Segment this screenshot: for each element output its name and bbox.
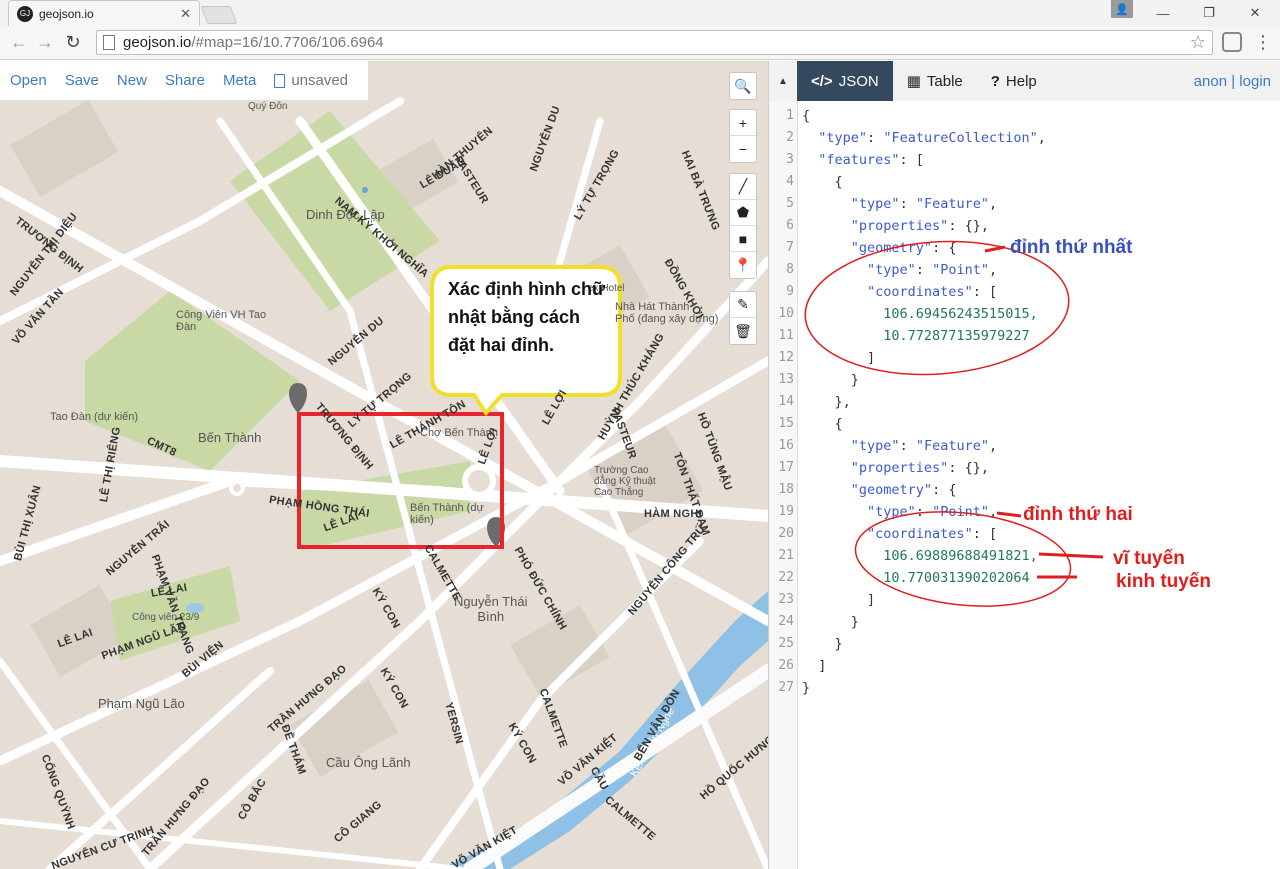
page-icon bbox=[103, 35, 115, 50]
zoom-out-icon[interactable]: − bbox=[730, 136, 756, 162]
tab-title: geojson.io bbox=[39, 6, 94, 21]
map-view[interactable]: Dinh Độc Lập Công Viên VH Tao Đàn Tao Đà… bbox=[0, 61, 768, 869]
editor-panel: ▲ </> JSON ▦ Table ? Help anon | login 1{2 … bbox=[768, 61, 1280, 869]
url-path: /#map=16/10.7706/106.6964 bbox=[191, 34, 384, 51]
minimize-icon[interactable]: — bbox=[1140, 0, 1186, 26]
draw-marker-icon[interactable]: 📍 bbox=[730, 252, 756, 278]
user-profile-icon[interactable]: 👤 bbox=[1111, 0, 1133, 18]
forward-arrow-icon[interactable]: → bbox=[34, 31, 56, 53]
close-tab-icon[interactable]: ✕ bbox=[180, 6, 191, 22]
back-arrow-icon[interactable]: ← bbox=[8, 31, 30, 53]
zoom-control: + − bbox=[729, 109, 757, 163]
save-button[interactable]: Save bbox=[65, 72, 99, 89]
share-button[interactable]: Share bbox=[165, 72, 205, 89]
browser-tab-strip: GJ geojson.io ✕ 👤 — ❐ ✕ bbox=[0, 0, 1280, 26]
note-vertex-2: đỉnh thứ hai bbox=[1023, 504, 1133, 525]
edit-layers-icon[interactable]: ✎ bbox=[730, 292, 756, 318]
draw-polygon-icon[interactable]: ⬟ bbox=[730, 200, 756, 226]
map-label-station: Bến Thành (dự kiến) bbox=[410, 502, 484, 526]
file-toolbar: Open Save New Share Meta unsaved bbox=[0, 61, 368, 100]
map-label-pham-ngu-lao: Phạm Ngũ Lão bbox=[98, 696, 185, 711]
url-host: geojson.io bbox=[123, 34, 192, 51]
callout-text: Xác định hình chữ nhật bằng cách đặt hai… bbox=[448, 279, 606, 355]
address-bar: ← → ↻ geojson.io/#map=16/10.7706/106.696… bbox=[0, 26, 1280, 60]
bookmark-star-icon[interactable]: ☆ bbox=[1190, 32, 1206, 53]
extension-icon[interactable] bbox=[1222, 32, 1242, 52]
note-longitude: kinh tuyến bbox=[1116, 571, 1212, 592]
map-label-nguyen-thai-binh: Nguyễn Thái Bình bbox=[454, 594, 528, 624]
browser-tab[interactable]: GJ geojson.io ✕ bbox=[8, 0, 200, 26]
street-label: HÀM NGHI bbox=[644, 508, 703, 520]
open-button[interactable]: Open bbox=[10, 72, 47, 89]
map-label-cong-vien-23-9: Công viên 23/9 bbox=[132, 612, 200, 623]
file-status: unsaved bbox=[274, 72, 348, 89]
search-icon[interactable]: 🔍 bbox=[730, 73, 756, 99]
browser-menu-icon[interactable]: ⋮ bbox=[1254, 32, 1272, 52]
new-button[interactable]: New bbox=[117, 72, 147, 89]
map-label-quy-don: Quý Đôn bbox=[248, 101, 288, 112]
file-status-label: unsaved bbox=[291, 72, 349, 89]
map-label-truong-cao-dang: Trường Cao đẳng Kỹ thuật Cao Thắng bbox=[594, 465, 656, 498]
zoom-in-icon[interactable]: + bbox=[730, 110, 756, 136]
reload-icon[interactable]: ↻ bbox=[62, 31, 84, 53]
geojson-favicon-icon: GJ bbox=[17, 5, 33, 22]
note-vertex-1: đỉnh thứ nhất bbox=[1010, 237, 1133, 258]
draw-control: ╱ ⬟ ■ 📍 bbox=[729, 173, 757, 279]
draw-rectangle-icon[interactable]: ■ bbox=[730, 226, 756, 252]
delete-layers-icon[interactable]: 🗑 bbox=[730, 318, 756, 344]
new-tab-button[interactable] bbox=[200, 6, 238, 24]
map-label-ben-thanh: Bến Thành bbox=[198, 430, 262, 445]
map-label-tao-dan: Tao Đàn (dự kiến) bbox=[50, 411, 139, 423]
note-latitude: vĩ tuyến bbox=[1113, 548, 1185, 569]
restore-icon[interactable]: ❐ bbox=[1186, 0, 1232, 26]
file-icon bbox=[274, 73, 286, 88]
url-input[interactable]: geojson.io/#map=16/10.7706/106.6964 ☆ bbox=[96, 30, 1213, 55]
window-close-icon[interactable]: ✕ bbox=[1232, 0, 1278, 26]
annotation-marks bbox=[804, 240, 1104, 607]
map-label-park-vh: Công Viên VH Tao Đàn bbox=[176, 309, 267, 333]
edit-control: ✎ 🗑 bbox=[729, 291, 757, 345]
map-label-cau-ong-lanh: Cầu Ông Lãnh bbox=[326, 755, 411, 770]
search-control: 🔍 bbox=[729, 72, 757, 100]
meta-button[interactable]: Meta bbox=[223, 72, 256, 89]
draw-line-icon[interactable]: ╱ bbox=[730, 174, 756, 200]
